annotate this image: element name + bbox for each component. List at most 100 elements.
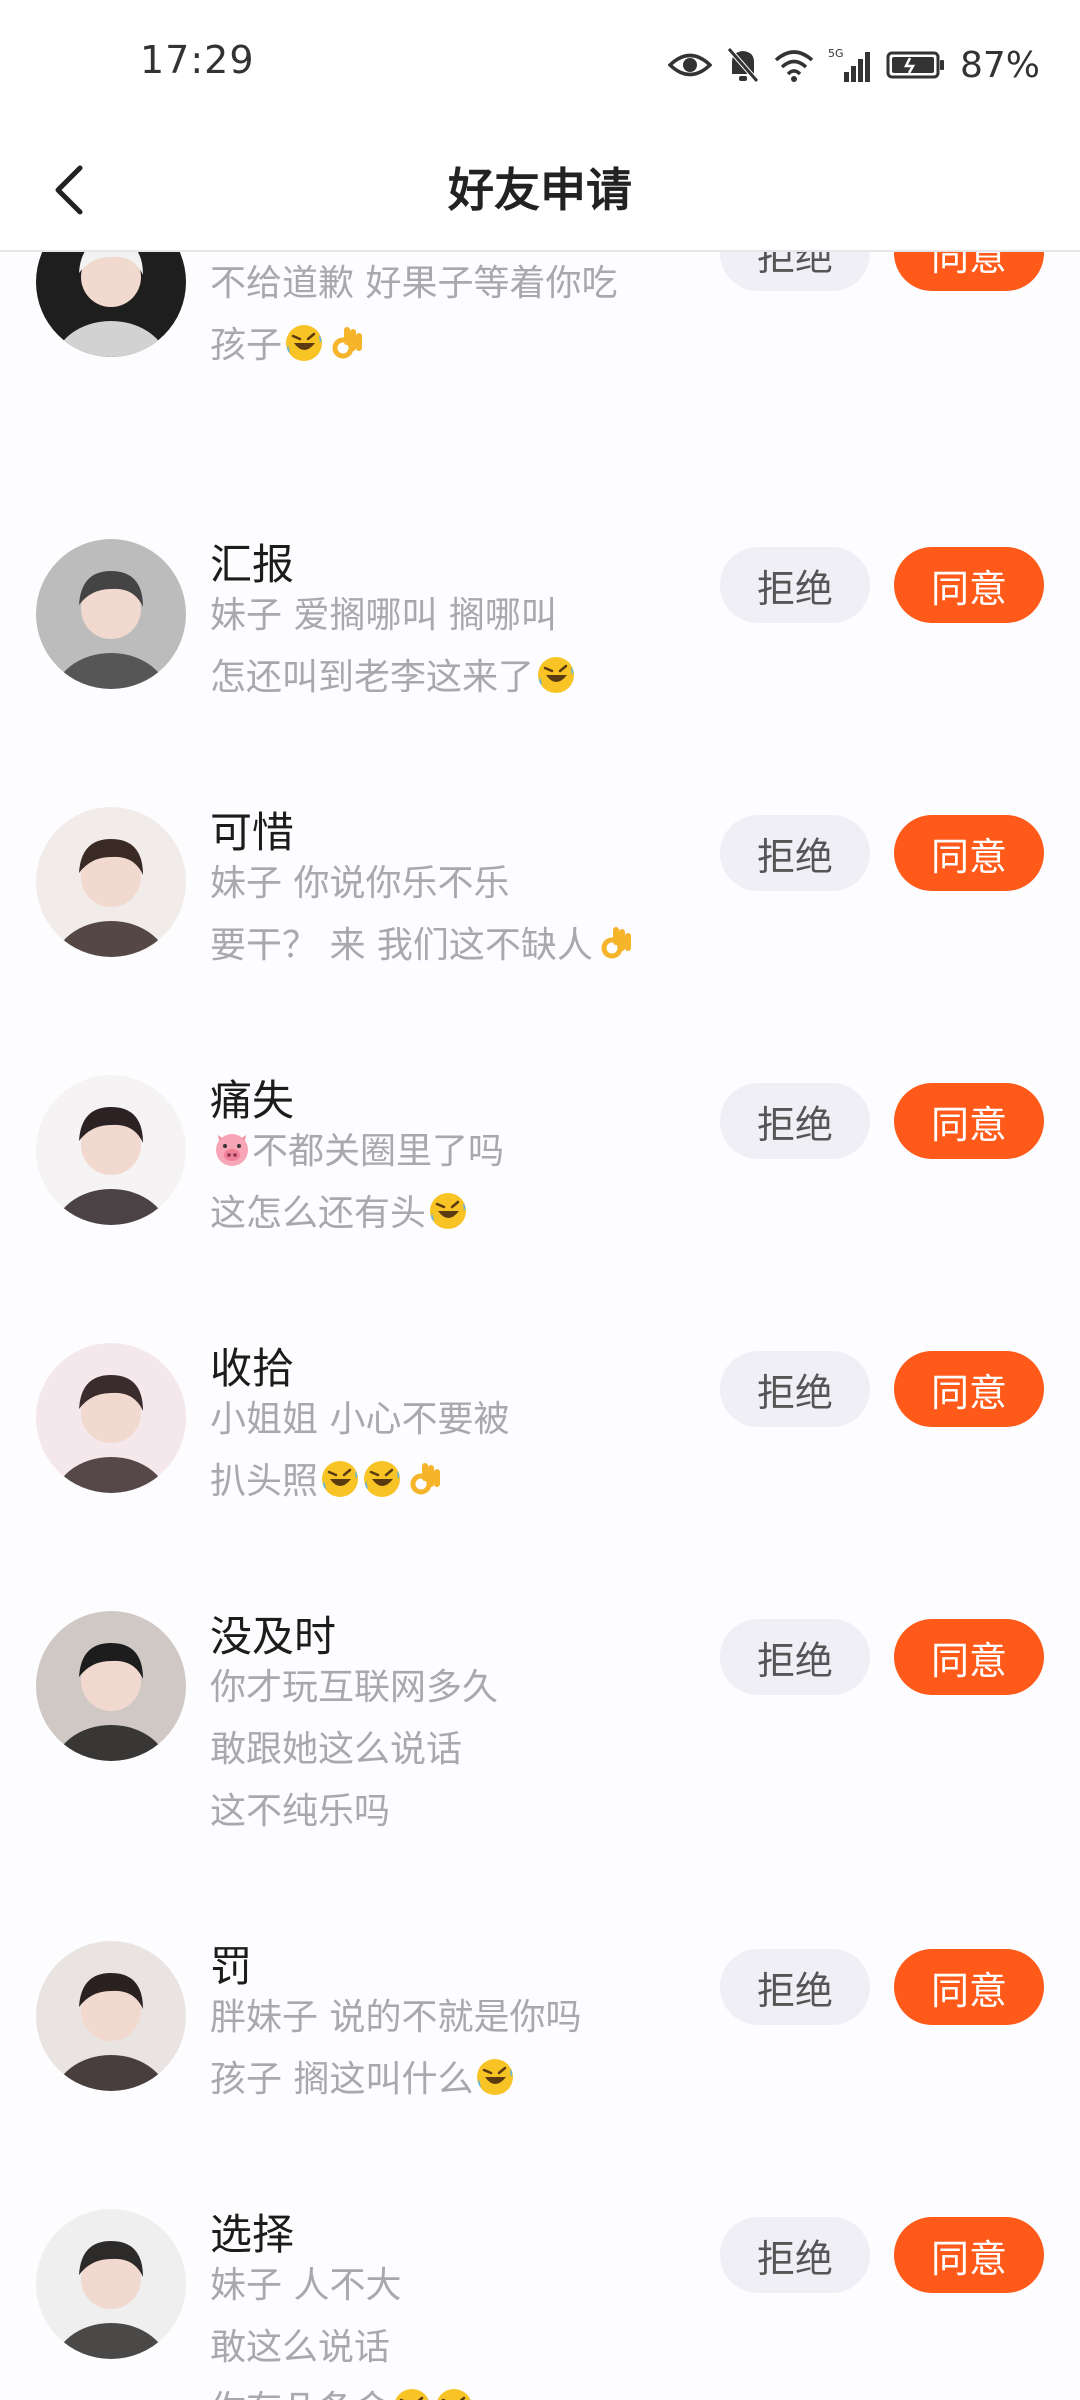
agree-button[interactable]: 同意 [894,1619,1044,1695]
requester-name: 收拾 [210,1344,295,1393]
header: 好友申请 [0,132,1080,252]
request-message-text: 敢跟她这么说话 [210,1729,463,1770]
request-message-text: 这不纯乐吗 [210,1791,391,1832]
friend-request-item[interactable]: 可惜妹子 你说你乐不乐要干？ 来 我们这不缺人 拒绝 同意 [0,775,1080,1043]
request-message-line: 妹子 你说你乐不乐 [210,853,509,915]
avatar[interactable] [36,1075,186,1225]
status-time: 17:29 [140,38,255,82]
request-message-line: 要干？ 来 我们这不缺人 [210,915,635,977]
agree-button[interactable]: 同意 [894,547,1044,623]
request-message-text: 胖妹子 说的不就是你吗 [210,1997,582,2038]
rofl-emoji-icon [538,657,575,693]
request-message-line: 妹子 人不大 [210,2255,401,2317]
status-icons: 5G 87% [667,40,1040,90]
ok-hand-emoji-icon [601,927,631,959]
request-message-line: 妹子 爱搁哪叫 搁哪叫 [210,585,557,647]
request-message-text: 妹子 你说你乐不乐 [210,863,510,904]
requester-name: 罚 [210,1942,253,1991]
reject-button[interactable]: 拒绝 [720,1351,870,1427]
request-message-text: 小姐姐 小心不要被 [210,1399,510,1440]
requester-name: 没及时 [210,1612,337,1661]
eye-icon [667,50,712,80]
avatar[interactable] [36,2209,186,2359]
pig-emoji-icon [216,1134,248,1166]
request-message-text: 敢这么说话 [210,2327,391,2368]
request-message-text: 你有几条命 [210,2389,390,2400]
reject-button[interactable]: 拒绝 [720,250,870,291]
friend-request-item[interactable]: 痛失不都关圈里了吗这怎么还有头 拒绝 同意 [0,1043,1080,1311]
signal-icon: 5G [828,46,872,84]
friend-request-list-inner: 时间不给道歉 好果子等着你吃孩子拒绝同意汇报妹子 爱搁哪叫 搁哪叫怎还叫到老李这… [0,250,1080,2400]
avatar[interactable] [36,1343,186,1493]
avatar[interactable] [36,1611,186,1761]
rofl-emoji-icon [477,2059,514,2095]
agree-button[interactable]: 同意 [894,1083,1044,1159]
avatar[interactable] [36,1941,186,2091]
request-message-text: 要干？ 来 我们这不缺人 [210,925,593,966]
request-message-text: 不给道歉 好果子等着你吃 [210,263,618,304]
status-bar: 17:29 5G 87% [0,0,1080,132]
rofl-emoji-icon [430,1193,467,1229]
request-message-line: 怎还叫到老李这来了 [210,647,576,709]
rofl-emoji-icon [286,325,323,361]
network-label: 5G [828,47,844,60]
request-message-line: 敢跟她这么说话 [210,1719,462,1781]
reject-button[interactable]: 拒绝 [720,547,870,623]
avatar[interactable] [36,807,186,957]
reject-button[interactable]: 拒绝 [720,1949,870,2025]
requester-name: 可惜 [210,808,295,857]
friend-request-item[interactable]: 汇报妹子 爱搁哪叫 搁哪叫 怎还叫到老李这来了 拒绝 同意 [0,507,1080,775]
agree-button[interactable]: 同意 [894,1949,1044,2025]
reject-button[interactable]: 拒绝 [720,1083,870,1159]
rofl-emoji-icon [395,2389,429,2400]
requester-name: 选择 [210,2210,295,2259]
request-message-line: 这不纯乐吗 [210,1781,390,1843]
bell-off-icon [726,46,760,84]
rofl-emoji-icon [364,1461,401,1497]
ok-hand-emoji-icon [332,327,363,359]
requester-name: 痛失 [210,1076,295,1125]
rofl-emoji-icon [437,2389,471,2400]
request-message-text: 扒头照 [210,1461,319,1502]
request-message-line: 不给道歉 好果子等着你吃 [210,253,617,315]
request-message-text: 你才玩互联网多久 [210,1667,499,1708]
avatar[interactable] [36,539,186,689]
request-message-line: 胖妹子 说的不就是你吗 [210,1987,581,2049]
page-title: 好友申请 [448,163,632,217]
request-message-text: 怎还叫到老李这来了 [210,657,535,698]
battery-icon [886,50,946,80]
request-message-line: 扒头照 [210,1451,444,1513]
rofl-emoji-icon [322,1461,359,1497]
requester-name: 汇报 [210,540,295,589]
friend-request-item[interactable]: 没及时你才玩互联网多久 敢跟她这么说话 这不纯乐吗 拒绝 同意 [0,1579,1080,1909]
agree-button[interactable]: 同意 [894,1351,1044,1427]
request-message-line: 孩子 [210,315,366,377]
request-message-line: 不都关圈里了吗 [210,1121,504,1183]
friend-request-list[interactable]: 时间不给道歉 好果子等着你吃孩子拒绝同意汇报妹子 爱搁哪叫 搁哪叫怎还叫到老李这… [0,250,1080,2400]
request-message-line: 敢这么说话 [210,2317,390,2379]
reject-button[interactable]: 拒绝 [720,2217,870,2293]
wifi-icon [774,48,814,82]
friend-request-item[interactable]: 罚胖妹子 说的不就是你吗 孩子 搁这叫什么 拒绝 同意 [0,1909,1080,2177]
agree-button[interactable]: 同意 [894,2217,1044,2293]
friend-request-item[interactable]: 收拾小姐姐 小心不要被 扒头照 拒绝 同意 [0,1311,1080,1579]
request-message-text: 这怎么还有头 [210,1193,427,1234]
friend-request-item[interactable]: 时间不给道歉 好果子等着你吃孩子拒绝同意 [0,250,1080,507]
request-message-text: 妹子 爱搁哪叫 搁哪叫 [210,595,557,636]
agree-button[interactable]: 同意 [894,815,1044,891]
request-message-text: 孩子 [210,325,283,366]
request-message-text: 不都关圈里了吗 [252,1131,505,1172]
request-message-line: 你有几条命 [210,2379,474,2400]
battery-percent: 87% [959,44,1040,86]
request-message-line: 这怎么还有头 [210,1183,468,1245]
ok-hand-emoji-icon [410,1463,441,1495]
reject-button[interactable]: 拒绝 [720,1619,870,1695]
request-message-text: 孩子 搁这叫什么 [210,2059,474,2100]
avatar[interactable] [36,250,186,357]
reject-button[interactable]: 拒绝 [720,815,870,891]
request-message-text: 妹子 人不大 [210,2265,402,2306]
agree-button[interactable]: 同意 [894,250,1044,291]
request-message-line: 你才玩互联网多久 [210,1657,498,1719]
request-message-line: 孩子 搁这叫什么 [210,2049,515,2111]
friend-request-item[interactable]: 选择妹子 人不大敢这么说话你有几条命 拒绝同意 [0,2177,1080,2400]
